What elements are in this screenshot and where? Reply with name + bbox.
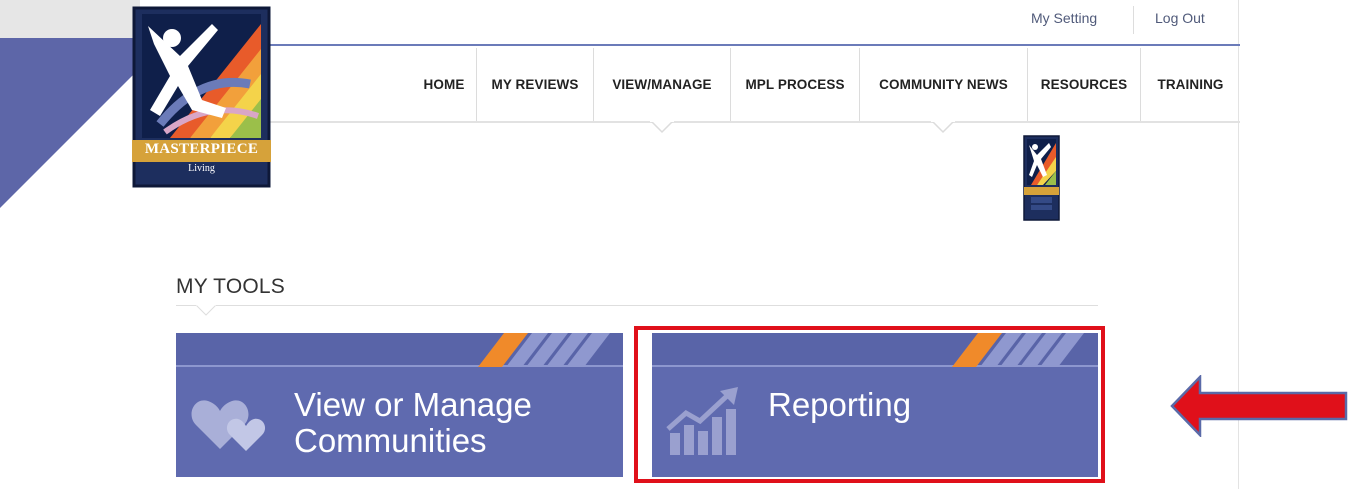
view-manage-communities-tile[interactable]: View or Manage Communities bbox=[176, 333, 623, 477]
nav-divider bbox=[593, 48, 594, 121]
tile-label-line2: Communities bbox=[294, 422, 487, 459]
logo-subtext: Living bbox=[188, 163, 215, 174]
nav-item-resources[interactable]: RESOURCES bbox=[1028, 48, 1140, 121]
nav-divider bbox=[476, 48, 477, 121]
my-tools-rule bbox=[176, 305, 1098, 306]
tile-label-line1: View or Manage bbox=[294, 386, 532, 423]
my-setting-link[interactable]: My Setting bbox=[1031, 10, 1097, 26]
nav-item-community-news[interactable]: COMMUNITY NEWS bbox=[860, 48, 1027, 121]
nav-divider bbox=[730, 48, 731, 121]
nav-top-rule bbox=[268, 44, 1240, 46]
highlight-box bbox=[634, 326, 1105, 483]
nav-divider bbox=[859, 48, 860, 121]
nav-item-view-manage[interactable]: VIEW/MANAGE bbox=[594, 48, 730, 121]
header-grey-band bbox=[0, 0, 140, 42]
nav-divider bbox=[1027, 48, 1028, 121]
nav-item-my-reviews[interactable]: MY REVIEWS bbox=[477, 48, 593, 121]
community-logo bbox=[1023, 135, 1060, 221]
nav-active-notch bbox=[650, 120, 674, 134]
utility-divider bbox=[1133, 6, 1134, 34]
nav-active-notch bbox=[931, 120, 955, 134]
logo-wordmark: MASTERPIECE bbox=[144, 141, 259, 157]
red-arrow-icon bbox=[1170, 375, 1348, 437]
my-tools-heading: MY TOOLS bbox=[176, 275, 285, 298]
hearts-icon bbox=[191, 400, 266, 451]
tile-stripes-decoration bbox=[478, 333, 610, 367]
nav-item-mpl-process[interactable]: MPL PROCESS bbox=[731, 48, 859, 121]
nav-item-home[interactable]: HOME bbox=[412, 48, 476, 121]
log-out-link[interactable]: Log Out bbox=[1155, 10, 1205, 26]
nav-divider bbox=[1140, 48, 1141, 121]
nav-item-training[interactable]: TRAINING bbox=[1141, 48, 1240, 121]
nav-bottom-rule bbox=[268, 121, 1240, 123]
my-tools-notch bbox=[196, 304, 216, 316]
